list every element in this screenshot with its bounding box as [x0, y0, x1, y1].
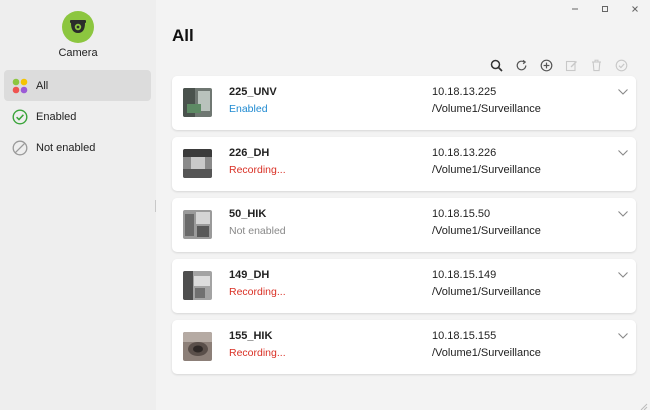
camera-status: Not enabled — [229, 225, 286, 237]
delete-button[interactable] — [587, 56, 605, 74]
expand-button[interactable] — [616, 146, 630, 160]
window-controls — [560, 0, 650, 18]
sidebar-item-label: Not enabled — [36, 141, 96, 154]
resize-grip-icon — [640, 403, 648, 410]
camera-ip: 10.18.15.149 — [432, 269, 497, 281]
camera-card[interactable]: 226_DH Recording... 10.18.13.226 /Volume… — [172, 137, 636, 191]
security-camera-icon — [70, 20, 86, 33]
grid-icon — [11, 77, 28, 94]
refresh-button[interactable] — [512, 56, 530, 74]
chevron-down-icon — [618, 272, 628, 278]
camera-ip: 10.18.13.225 — [432, 86, 497, 98]
camera-thumbnail — [183, 271, 212, 300]
sidebar-item-label: Enabled — [36, 110, 77, 123]
refresh-icon — [516, 59, 526, 70]
expand-button[interactable] — [616, 85, 630, 99]
camera-thumbnail — [183, 88, 212, 117]
camera-card[interactable]: 155_HIK Recording... 10.18.15.155 /Volum… — [172, 320, 636, 374]
camera-name: 149_DH — [229, 269, 270, 281]
camera-status: Enabled — [229, 103, 268, 115]
maximize-icon — [602, 6, 608, 12]
chevron-down-icon — [618, 333, 628, 339]
sidebar-resize-handle[interactable] — [155, 200, 158, 212]
camera-card[interactable]: 149_DH Recording... 10.18.15.149 /Volume… — [172, 259, 636, 313]
sidebar: Camera All Enabled Not enabled — [0, 0, 156, 410]
camera-app-logo — [62, 11, 94, 43]
close-icon — [632, 6, 638, 12]
minimize-icon — [572, 8, 578, 10]
sidebar-item-label: All — [36, 79, 49, 92]
close-button[interactable] — [620, 0, 650, 18]
camera-name: 50_HIK — [229, 208, 267, 220]
check-circle-icon — [11, 108, 28, 125]
expand-button[interactable] — [616, 329, 630, 343]
add-icon — [540, 59, 552, 71]
camera-card[interactable]: 225_UNV Enabled 10.18.13.225 /Volume1/Su… — [172, 76, 636, 130]
disabled-circle-icon — [11, 139, 28, 156]
camera-ip: 10.18.15.155 — [432, 330, 497, 342]
sidebar-item-not-enabled[interactable]: Not enabled — [4, 132, 151, 163]
check-icon — [615, 59, 627, 71]
chevron-down-icon — [618, 150, 628, 156]
camera-name: 225_UNV — [229, 86, 277, 98]
camera-card[interactable]: 50_HIK Not enabled 10.18.15.50 /Volume1/… — [172, 198, 636, 252]
app-name: Camera — [58, 47, 98, 59]
camera-path: /Volume1/Surveillance — [432, 164, 541, 176]
edit-icon — [565, 60, 577, 71]
window-resize-grip[interactable] — [638, 398, 648, 410]
camera-path: /Volume1/Surveillance — [432, 347, 541, 359]
camera-status: Recording... — [229, 286, 286, 298]
maximize-button[interactable] — [590, 0, 620, 18]
confirm-button[interactable] — [612, 56, 630, 74]
camera-path: /Volume1/Surveillance — [432, 103, 541, 115]
camera-ip: 10.18.15.50 — [432, 208, 491, 220]
camera-status: Recording... — [229, 347, 286, 359]
camera-path: /Volume1/Surveillance — [432, 286, 541, 298]
camera-thumbnail — [183, 149, 212, 178]
toolbar — [487, 56, 630, 74]
sidebar-item-enabled[interactable]: Enabled — [4, 101, 151, 132]
camera-ip: 10.18.13.226 — [432, 147, 497, 159]
add-button[interactable] — [537, 56, 555, 74]
page-title: All — [172, 26, 194, 45]
chevron-down-icon — [618, 211, 628, 217]
camera-thumbnail — [183, 210, 212, 239]
camera-thumbnail — [183, 332, 212, 361]
sidebar-nav: All Enabled Not enabled — [4, 70, 151, 163]
camera-name: 226_DH — [229, 147, 270, 159]
camera-name: 155_HIK — [229, 330, 273, 342]
sidebar-item-all[interactable]: All — [4, 70, 151, 101]
edit-button[interactable] — [562, 56, 580, 74]
chevron-down-icon — [618, 89, 628, 95]
minimize-button[interactable] — [560, 0, 590, 18]
search-button[interactable] — [487, 56, 505, 74]
camera-status: Recording... — [229, 164, 286, 176]
expand-button[interactable] — [616, 207, 630, 221]
camera-path: /Volume1/Surveillance — [432, 225, 541, 237]
expand-button[interactable] — [616, 268, 630, 282]
search-icon — [490, 59, 503, 72]
delete-icon — [591, 59, 601, 71]
camera-list: 225_UNV Enabled 10.18.13.225 /Volume1/Su… — [172, 76, 636, 381]
